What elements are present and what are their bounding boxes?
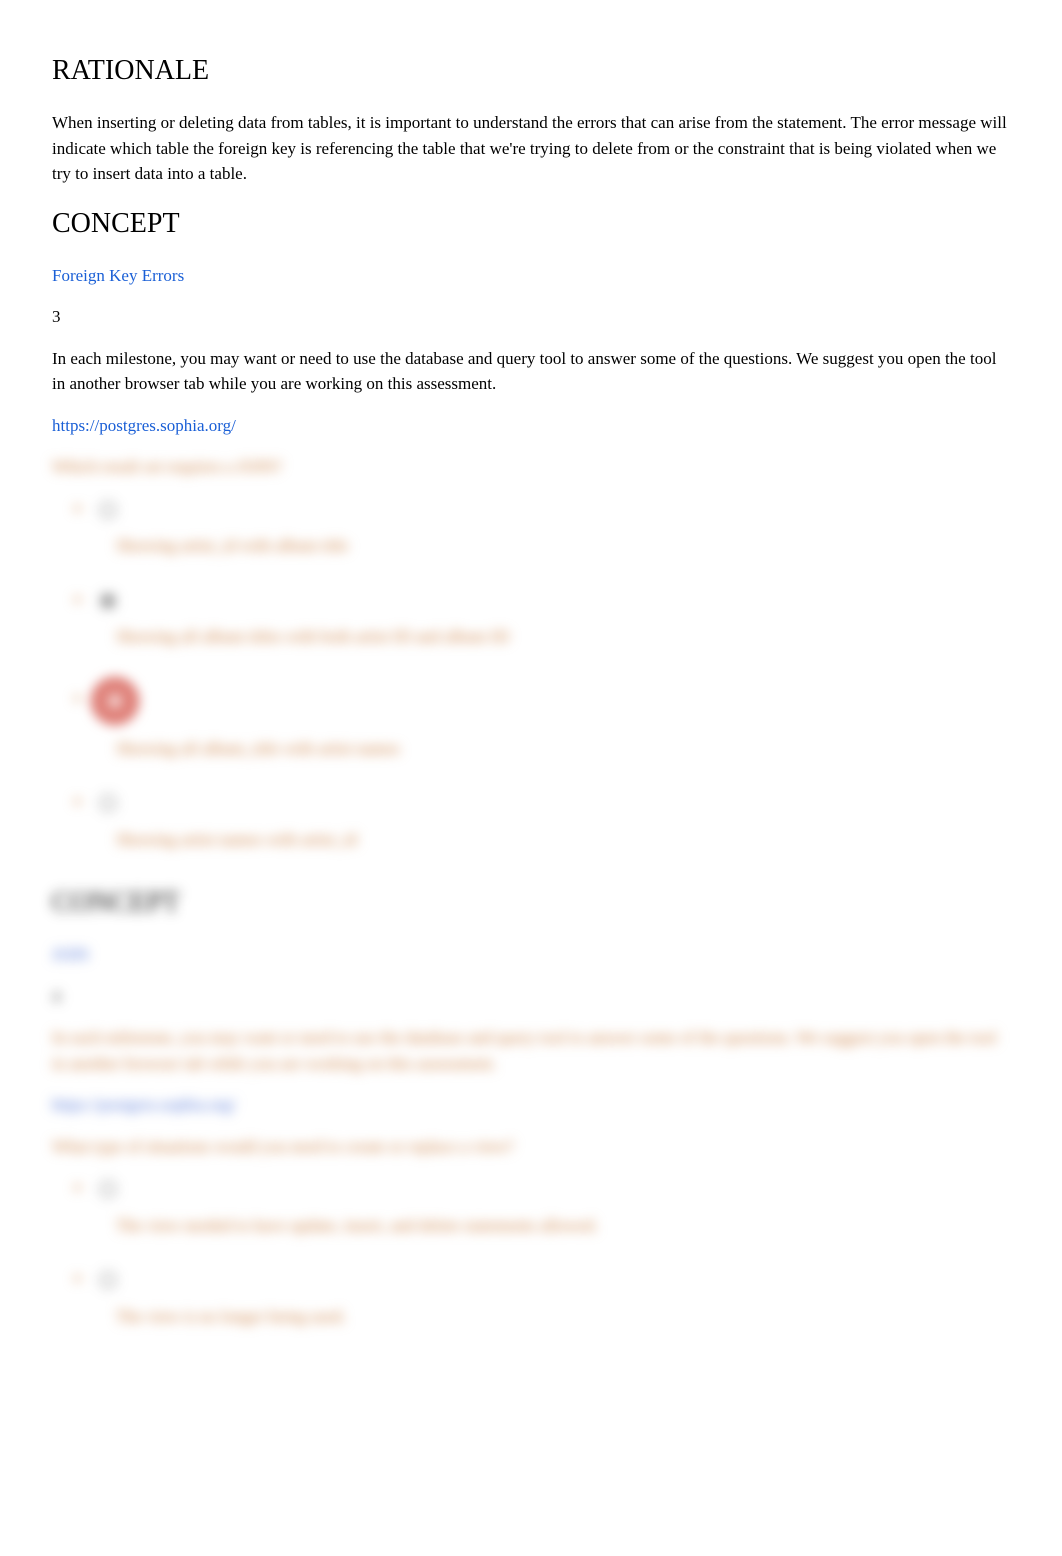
rationale-body: When inserting or deleting data from tab… xyxy=(52,110,1010,187)
option-label: The view needed to have update, insert, … xyxy=(116,1213,1010,1239)
list-item: Showing artist names with artist_id xyxy=(92,789,1010,852)
option-label: The view is no longer being used. xyxy=(116,1304,1010,1330)
option-label: Showing all album_title with artist name… xyxy=(116,736,1010,762)
rationale-heading: RATIONALE xyxy=(52,50,1010,92)
radio-unchecked-icon[interactable] xyxy=(100,502,116,518)
postgres-link-2[interactable]: https://postgres.sophia.org/ xyxy=(52,1095,236,1114)
list-item: The view is no longer being used. xyxy=(92,1266,1010,1329)
question-text-2: What type of situations would you need t… xyxy=(52,1134,1010,1160)
concept-link-2[interactable]: JOIN xyxy=(52,945,89,964)
question-number-2: 4 xyxy=(52,984,1010,1010)
concept-heading: CONCEPT xyxy=(52,203,1010,245)
option-label: Showing all album titles with both artis… xyxy=(116,624,1010,650)
list-item: The view needed to have update, insert, … xyxy=(92,1175,1010,1238)
locked-content: Which result set requires a JOIN? Showin… xyxy=(52,454,1010,1329)
option-label: Showing artist_id with album title xyxy=(116,533,1010,559)
postgres-link[interactable]: https://postgres.sophia.org/ xyxy=(52,416,236,435)
list-item: Showing all album titles with both artis… xyxy=(92,587,1010,650)
concept-heading-2: CONCEPT xyxy=(52,882,1010,924)
question-number: 3 xyxy=(52,304,1010,330)
answer-options-list-2: The view needed to have update, insert, … xyxy=(52,1175,1010,1329)
concept-link[interactable]: Foreign Key Errors xyxy=(52,266,184,285)
list-item: Showing all album_title with artist name… xyxy=(92,678,1010,762)
question-text: Which result set requires a JOIN? xyxy=(52,454,1010,480)
milestone-intro: In each milestone, you may want or need … xyxy=(52,346,1010,397)
radio-unchecked-icon[interactable] xyxy=(100,795,116,811)
list-item: Showing artist_id with album title xyxy=(92,496,1010,559)
answer-options-list: Showing artist_id with album title Showi… xyxy=(52,496,1010,853)
incorrect-marker-icon xyxy=(92,678,138,724)
radio-unchecked-icon[interactable] xyxy=(100,1181,116,1197)
milestone-intro-2: In each milestone, you may want or need … xyxy=(52,1025,1010,1076)
option-label: Showing artist names with artist_id xyxy=(116,827,1010,853)
radio-checked-icon[interactable] xyxy=(100,593,116,609)
radio-unchecked-icon[interactable] xyxy=(100,1272,116,1288)
